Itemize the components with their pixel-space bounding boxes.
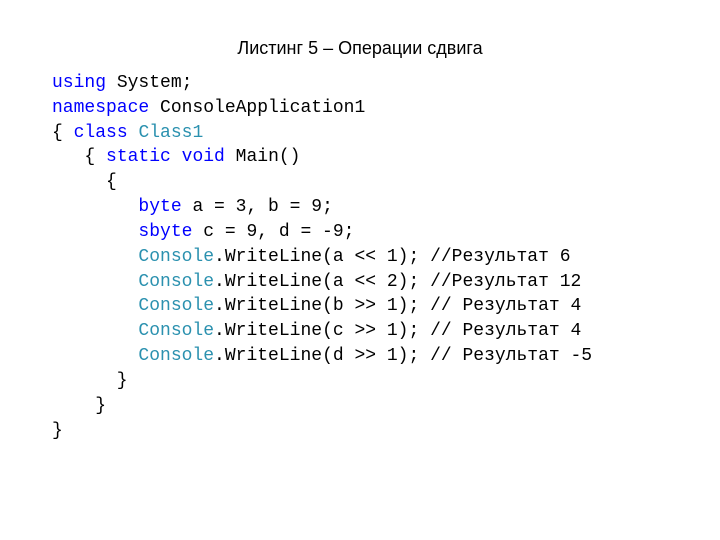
code-listing: using System; namespace ConsoleApplicati… bbox=[0, 71, 720, 443]
code-text: Main() bbox=[225, 147, 301, 167]
code-text: { bbox=[52, 172, 117, 192]
code-text: ConsoleApplication1 bbox=[149, 98, 365, 118]
code-text: { bbox=[52, 123, 74, 143]
listing-title: Листинг 5 – Операции сдвига bbox=[0, 0, 720, 71]
type-console: Console bbox=[138, 346, 214, 366]
keyword-sbyte: sbyte bbox=[138, 222, 192, 242]
code-text: } bbox=[52, 396, 106, 416]
code-text bbox=[52, 272, 138, 292]
code-text bbox=[128, 123, 139, 143]
code-text: c = 9, d = -9; bbox=[192, 222, 354, 242]
code-text bbox=[171, 147, 182, 167]
code-text: } bbox=[52, 421, 63, 441]
type-class1: Class1 bbox=[138, 123, 203, 143]
code-text: a = 3, b = 9; bbox=[182, 197, 333, 217]
code-text: .WriteLine(d >> 1); // Результат -5 bbox=[214, 346, 592, 366]
code-text: .WriteLine(c >> 1); // Результат 4 bbox=[214, 321, 581, 341]
type-console: Console bbox=[138, 247, 214, 267]
keyword-byte: byte bbox=[138, 197, 181, 217]
code-text: } bbox=[52, 371, 128, 391]
code-text bbox=[52, 296, 138, 316]
code-text: .WriteLine(a << 1); //Результат 6 bbox=[214, 247, 570, 267]
code-text: .WriteLine(b >> 1); // Результат 4 bbox=[214, 296, 581, 316]
code-text bbox=[52, 321, 138, 341]
keyword-namespace: namespace bbox=[52, 98, 149, 118]
code-text: System; bbox=[106, 73, 192, 93]
keyword-using: using bbox=[52, 73, 106, 93]
code-text bbox=[52, 197, 138, 217]
code-text bbox=[52, 247, 138, 267]
keyword-class: class bbox=[74, 123, 128, 143]
code-text bbox=[52, 346, 138, 366]
type-console: Console bbox=[138, 321, 214, 341]
code-text bbox=[52, 222, 138, 242]
code-text: .WriteLine(a << 2); //Результат 12 bbox=[214, 272, 581, 292]
type-console: Console bbox=[138, 272, 214, 292]
keyword-void: void bbox=[182, 147, 225, 167]
keyword-static: static bbox=[106, 147, 171, 167]
type-console: Console bbox=[138, 296, 214, 316]
code-text: { bbox=[52, 147, 106, 167]
